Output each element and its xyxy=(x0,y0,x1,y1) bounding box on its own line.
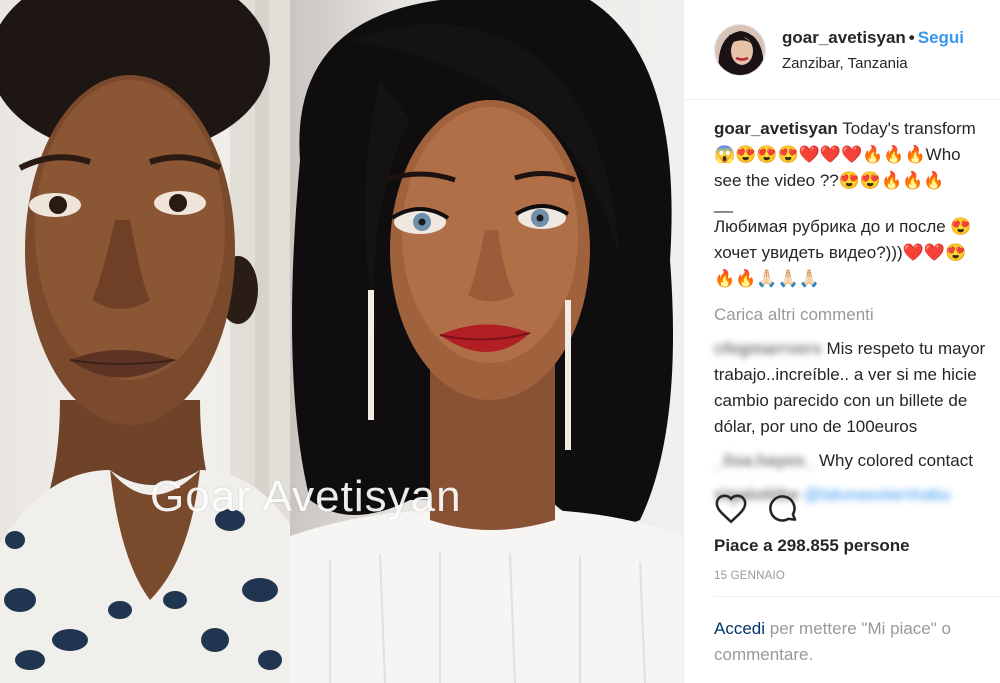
comment-text: Mis respeto tu mayor xyxy=(826,339,986,358)
comment-text: trabajo..increíble.. a ver si me hicie xyxy=(714,365,977,384)
load-more-comments-button[interactable]: Carica altri commenti xyxy=(714,302,1000,328)
comment-mention-link[interactable]: @lalunasolarnhabu xyxy=(804,485,951,504)
post-caption: goar_avetisyan Today's transform 😱😍😍😍❤️❤… xyxy=(714,116,1000,292)
after-face-illustration xyxy=(290,0,683,683)
caption-line: 😱😍😍😍❤️❤️❤️🔥🔥🔥Who xyxy=(714,145,961,164)
avatar-image xyxy=(715,24,765,75)
caption-line: __ xyxy=(714,194,733,213)
caption-line: Любимая рубрика до и после 😍 xyxy=(714,217,972,236)
separator-dot: • xyxy=(908,27,915,47)
post-date[interactable]: 15 GENNAIO xyxy=(714,570,785,582)
caption-username[interactable]: goar_avetisyan xyxy=(714,119,838,138)
header-location[interactable]: Zanzibar, Tanzania xyxy=(782,55,964,72)
caption-line: хочет увидеть видео?)))❤️❤️😍 xyxy=(714,243,967,262)
watermark-text: Goar Avetisyan xyxy=(150,472,462,521)
comment-text: dólar, por uno de 100euros xyxy=(714,417,918,436)
before-face-illustration xyxy=(0,0,290,683)
comment-text: cambio parecido con un billete de xyxy=(714,391,968,410)
comments-list: goar_avetisyan Today's transform 😱😍😍😍❤️❤… xyxy=(714,116,1000,508)
post-sidebar: goar_avetisyan • Segui Zanzibar, Tanzania … xyxy=(683,0,1000,683)
login-link[interactable]: Accedi xyxy=(714,619,765,638)
caption-line: Today's transform xyxy=(842,119,976,138)
comment-text: Why colored contact xyxy=(818,451,973,470)
action-bar xyxy=(714,492,800,526)
caption-line: 🔥🔥🙏🏻🙏🏻🙏🏻 xyxy=(714,269,820,288)
comment-item: cfegmarrvers Mis respeto tu mayor trabaj… xyxy=(714,336,1000,440)
avatar[interactable] xyxy=(714,23,766,76)
before-photo xyxy=(0,0,290,683)
header-text: goar_avetisyan • Segui Zanzibar, Tanzania xyxy=(782,28,964,72)
divider xyxy=(714,596,1000,597)
caption-line: see the video ??😍😍🔥🔥🔥 xyxy=(714,171,945,190)
likes-count[interactable]: Piace a 298.855 persone xyxy=(714,536,910,556)
heart-icon[interactable] xyxy=(714,492,748,526)
login-prompt: Accedi per mettere "Mi piace" o commenta… xyxy=(714,616,994,668)
post-header: goar_avetisyan • Segui Zanzibar, Tanzania xyxy=(684,0,1000,100)
comment-username[interactable]: cfegmarrvers xyxy=(714,339,822,358)
after-photo xyxy=(290,0,683,683)
comment-item: _lisa.hayes_ Why colored contact xyxy=(714,448,1000,474)
post-photo[interactable]: Goar Avetisyan xyxy=(0,0,683,683)
header-username[interactable]: goar_avetisyan xyxy=(782,28,906,47)
comment-icon[interactable] xyxy=(766,492,800,526)
header-line: goar_avetisyan • Segui xyxy=(782,28,964,48)
follow-button[interactable]: Segui xyxy=(918,28,964,47)
comment-username[interactable]: _lisa.hayes_ xyxy=(714,451,814,470)
